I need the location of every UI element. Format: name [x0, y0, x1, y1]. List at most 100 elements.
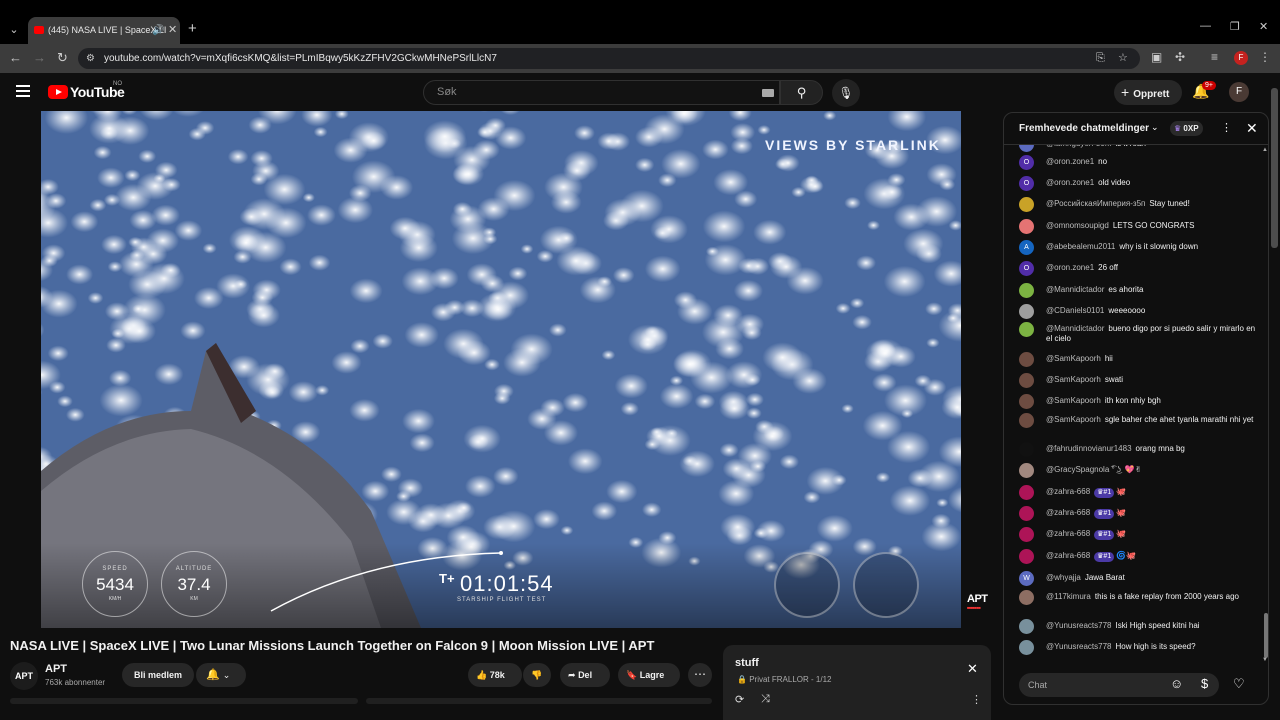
chat-author-name[interactable]: @oron.zone1: [1046, 263, 1094, 272]
chat-author-name[interactable]: @zahra-668: [1046, 508, 1090, 517]
chat-author-avatar[interactable]: O: [1019, 261, 1034, 276]
chat-message-list[interactable]: @lamnguyen-30m is it real? O @oron.zone1 no O…: [1004, 145, 1262, 665]
loop-icon[interactable]: ⟳: [735, 693, 744, 706]
account-avatar[interactable]: F: [1229, 82, 1249, 102]
hamburger-menu-icon[interactable]: [16, 85, 30, 97]
window-close-icon[interactable]: ✕: [1259, 20, 1268, 33]
chat-author-avatar[interactable]: [1019, 145, 1034, 152]
channel-avatar[interactable]: APT: [10, 662, 38, 690]
chat-author-avatar[interactable]: A: [1019, 240, 1034, 255]
extensions-puzzle-icon[interactable]: ✣: [1175, 50, 1185, 64]
audio-playing-icon[interactable]: 🔊: [152, 17, 164, 44]
chat-author-avatar[interactable]: W: [1019, 571, 1034, 586]
like-button[interactable]: 👍 78k: [468, 663, 522, 687]
chat-close-icon[interactable]: ✕: [1246, 120, 1258, 137]
chevron-down-icon[interactable]: ⌄: [1151, 122, 1159, 133]
chat-author-avatar[interactable]: [1019, 352, 1034, 367]
chat-author-name[interactable]: @oron.zone1: [1046, 178, 1094, 187]
browser-menu-icon[interactable]: ⋮: [1259, 50, 1271, 64]
chat-author-name[interactable]: @fahrudinnovianur1483: [1046, 444, 1132, 453]
page-scrollbar[interactable]: [1271, 88, 1278, 248]
chat-author-avatar[interactable]: [1019, 283, 1034, 298]
chat-author-avatar[interactable]: [1019, 304, 1034, 319]
install-app-icon[interactable]: ⎘: [1096, 48, 1105, 69]
chat-author-avatar[interactable]: [1019, 527, 1034, 542]
save-button[interactable]: 🔖 Lagre: [618, 663, 680, 687]
chat-author-name[interactable]: @GracySpagnola ͡° ͜ʖ: [1046, 465, 1121, 474]
chat-author-name[interactable]: @whyajja: [1046, 573, 1081, 582]
extension-icon[interactable]: ▣: [1151, 50, 1162, 64]
channel-name[interactable]: APT: [45, 663, 67, 675]
chat-author-avatar[interactable]: [1019, 322, 1034, 337]
keyboard-icon[interactable]: [762, 89, 774, 97]
search-input[interactable]: Søk: [423, 80, 780, 105]
playlist-more-icon[interactable]: ⋮: [971, 693, 982, 706]
minimize-icon[interactable]: —: [1200, 20, 1211, 32]
dislike-button[interactable]: 👎: [523, 663, 551, 687]
tab-list-icon[interactable]: ⌄: [4, 19, 24, 41]
chat-author-avatar[interactable]: [1019, 442, 1034, 457]
chat-input[interactable]: Chat: [1019, 673, 1219, 697]
chat-author-name[interactable]: @zahra-668: [1046, 529, 1090, 538]
emoji-icon[interactable]: ☺: [1170, 676, 1183, 691]
maximize-icon[interactable]: ❐: [1230, 20, 1240, 33]
chat-author-name[interactable]: @CDaniels0101: [1046, 306, 1104, 315]
chat-author-name[interactable]: @Mannidictador: [1046, 324, 1104, 333]
chat-author-avatar[interactable]: [1019, 485, 1034, 500]
chat-author-name[interactable]: @omnomsoupigd: [1046, 221, 1109, 230]
heart-icon[interactable]: ♡: [1233, 676, 1245, 692]
chat-author-avatar[interactable]: [1019, 373, 1034, 388]
video-player[interactable]: VIEWS BY STARLINK SPEED 5434 KM/H ALTITU…: [41, 111, 961, 628]
chat-author-name[interactable]: @Mannidictador: [1046, 285, 1104, 294]
chat-author-name[interactable]: @SamKapoorh: [1046, 415, 1101, 424]
chat-author-avatar[interactable]: [1019, 619, 1034, 634]
shuffle-icon[interactable]: ⤨: [761, 693, 770, 706]
chat-mode-title[interactable]: Fremhevede chatmeldinger: [1019, 123, 1149, 134]
create-button[interactable]: + Opprett: [1114, 80, 1182, 105]
chat-author-name[interactable]: @zahra-668: [1046, 487, 1090, 496]
new-tab-icon[interactable]: +: [188, 20, 197, 37]
back-icon[interactable]: ←: [9, 50, 22, 65]
chat-author-name[interactable]: @РоссийскаяИмперия-з5п: [1046, 199, 1145, 208]
chat-author-name[interactable]: @SamKapoorh: [1046, 375, 1101, 384]
chat-author-name[interactable]: @SamKapoorh: [1046, 396, 1101, 405]
chat-author-avatar[interactable]: [1019, 394, 1034, 409]
chat-author-name[interactable]: @Yunusreacts778: [1046, 621, 1112, 630]
site-info-icon[interactable]: ⚙: [86, 48, 95, 69]
chat-author-avatar[interactable]: O: [1019, 176, 1034, 191]
address-bar[interactable]: ⚙ youtube.com/watch?v=mXqfi6csKMQ&list=P…: [78, 48, 1140, 69]
xp-badge[interactable]: ♛ 0XP: [1170, 121, 1203, 136]
chat-scroll-down-icon[interactable]: ▼: [1262, 657, 1268, 663]
share-button[interactable]: ➦ Del: [560, 663, 610, 687]
chat-author-avatar[interactable]: [1019, 413, 1034, 428]
browser-tab[interactable]: (445) NASA LIVE | SpaceX LI 🔊 ✕: [28, 17, 180, 44]
chat-author-name[interactable]: @abebealemu2011: [1046, 242, 1115, 251]
super-chat-icon[interactable]: $: [1201, 676, 1208, 691]
bookmark-star-icon[interactable]: ☆: [1118, 48, 1128, 69]
more-actions-icon[interactable]: ⋯: [688, 663, 712, 687]
youtube-logo-icon[interactable]: [48, 85, 68, 99]
chat-author-avatar[interactable]: [1019, 640, 1034, 655]
subscription-bell-button[interactable]: 🔔 ⌄: [196, 663, 246, 687]
forward-icon[interactable]: →: [33, 50, 46, 65]
chat-author-avatar[interactable]: [1019, 197, 1034, 212]
chat-menu-icon[interactable]: ⋮: [1221, 121, 1232, 134]
playlist-title[interactable]: stuff: [735, 657, 759, 669]
search-button[interactable]: ⚲: [780, 80, 823, 105]
chat-author-avatar[interactable]: [1019, 590, 1034, 605]
media-control-icon[interactable]: ≡: [1211, 50, 1218, 64]
chat-author-name[interactable]: @SamKapoorh: [1046, 354, 1101, 363]
chat-author-avatar[interactable]: O: [1019, 155, 1034, 170]
join-button[interactable]: Bli medlem: [122, 663, 194, 687]
chat-author-avatar[interactable]: [1019, 463, 1034, 478]
browser-profile-avatar[interactable]: F: [1234, 51, 1248, 65]
chat-author-name[interactable]: @Yunusreacts778: [1046, 642, 1112, 651]
chat-author-avatar[interactable]: [1019, 506, 1034, 521]
tab-close-icon[interactable]: ✕: [168, 17, 177, 44]
reload-icon[interactable]: ↻: [57, 50, 68, 66]
chat-scroll-up-icon[interactable]: ▲: [1262, 147, 1268, 153]
chat-author-name[interactable]: @oron.zone1: [1046, 157, 1094, 166]
chat-author-avatar[interactable]: [1019, 219, 1034, 234]
chat-author-avatar[interactable]: [1019, 549, 1034, 564]
voice-search-button[interactable]: 🎙: [832, 79, 860, 107]
